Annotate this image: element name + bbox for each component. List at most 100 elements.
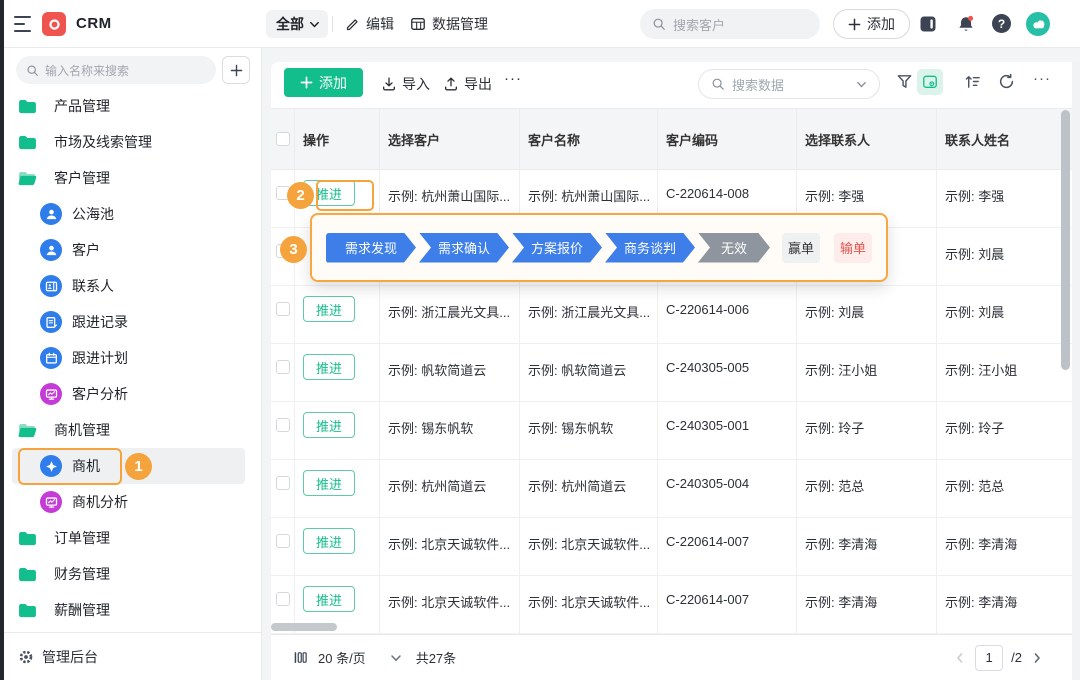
prev-page-icon[interactable] xyxy=(953,651,967,665)
advance-button[interactable]: 推进 xyxy=(303,470,355,496)
plus-icon xyxy=(300,76,313,89)
data-search-input[interactable]: 搜索数据 xyxy=(698,69,880,99)
row-checkbox[interactable] xyxy=(276,418,290,432)
app-title: CRM xyxy=(76,15,112,32)
import-icon xyxy=(381,76,397,92)
workspace-panel-icon[interactable] xyxy=(918,14,938,34)
table-row[interactable]: 推进示例: 北京天诚软件...示例: 北京天诚软件...C-220614-007… xyxy=(271,518,1080,576)
edit-button[interactable]: 编辑 xyxy=(345,14,394,34)
column-header-customer[interactable]: 选择客户 xyxy=(380,109,520,169)
column-header-action[interactable]: 操作 xyxy=(295,109,380,169)
annotation-badge-2: 2 xyxy=(287,182,314,209)
search-icon xyxy=(711,77,725,91)
refresh-icon[interactable] xyxy=(998,73,1015,90)
more-options-button[interactable]: ··· xyxy=(1033,70,1051,87)
pipeline-stage[interactable]: 需求发现 xyxy=(326,233,416,263)
row-checkbox[interactable] xyxy=(276,534,290,548)
help-icon[interactable]: ? xyxy=(992,14,1011,33)
column-header-contact-name[interactable]: 联系人姓名 xyxy=(937,109,1080,169)
user-avatar[interactable] xyxy=(1026,12,1050,36)
sidebar-folder[interactable]: 产品管理 xyxy=(12,88,245,124)
chevron-down-icon[interactable] xyxy=(390,652,402,664)
column-header-name[interactable]: 客户名称 xyxy=(520,109,658,169)
customer-search-input[interactable]: 搜索客户 xyxy=(640,9,820,39)
data-management-button[interactable]: 数据管理 xyxy=(410,14,488,34)
sidebar-search-input[interactable]: 输入名称来搜索 xyxy=(16,56,216,84)
table-row[interactable]: 推进示例: 杭州简道云示例: 杭州简道云C-240305-004示例: 范总示例… xyxy=(271,460,1080,518)
row-checkbox[interactable] xyxy=(276,360,290,374)
cell-contact_name: 示例: 刘晨 xyxy=(937,228,1080,285)
sidebar-folder[interactable]: 薪酬管理 xyxy=(12,592,245,628)
table-grid-icon xyxy=(410,16,426,32)
sidebar-item[interactable]: 客户分析 xyxy=(12,376,245,412)
page-size-icon[interactable] xyxy=(293,650,308,665)
gear-icon xyxy=(18,649,34,665)
cell-code: C-240305-001 xyxy=(658,402,797,459)
advance-button[interactable]: 推进 xyxy=(303,354,355,380)
column-header-code[interactable]: 客户编码 xyxy=(658,109,797,169)
table-row[interactable]: 推进示例: 浙江晨光文具...示例: 浙江晨光文具...C-220614-006… xyxy=(271,286,1080,344)
lose-deal-button[interactable]: 输单 xyxy=(834,233,872,263)
table-row[interactable]: 推进示例: 帆软简道云示例: 帆软简道云C-240305-005示例: 汪小姐示… xyxy=(271,344,1080,402)
advance-button[interactable]: 推进 xyxy=(303,528,355,554)
sidebar-item[interactable]: 客户 xyxy=(12,232,245,268)
more-actions-button[interactable]: ··· xyxy=(504,70,522,87)
row-checkbox[interactable] xyxy=(276,592,290,606)
sidebar-item[interactable]: 跟进计划 xyxy=(12,340,245,376)
page-size-label[interactable]: 20 条/页 xyxy=(318,648,366,667)
sidebar-folder[interactable]: 财务管理 xyxy=(12,556,245,592)
select-all-checkbox[interactable] xyxy=(276,132,290,146)
sidebar-item-label: 订单管理 xyxy=(54,528,110,548)
cell-contact: 示例: 李清海 xyxy=(797,576,937,633)
sort-icon[interactable] xyxy=(964,73,981,90)
sidebar-folder[interactable]: 市场及线索管理 xyxy=(12,124,245,160)
sidebar-folder[interactable]: 商机管理 xyxy=(12,412,245,448)
sidebar-folder[interactable]: 订单管理 xyxy=(12,520,245,556)
win-deal-button[interactable]: 赢单 xyxy=(782,233,820,263)
advance-button[interactable]: 推进 xyxy=(303,586,355,612)
sidebar-item[interactable]: 跟进记录 xyxy=(12,304,245,340)
pipeline-stage[interactable]: 无效 xyxy=(698,233,770,263)
row-checkbox[interactable] xyxy=(276,302,290,316)
divider xyxy=(332,16,333,32)
cell-contact_name: 示例: 玲子 xyxy=(937,402,1080,459)
page-number-input[interactable]: 1 xyxy=(975,645,1003,671)
add-record-button[interactable]: 添加 xyxy=(833,9,910,39)
vertical-scrollbar[interactable] xyxy=(1061,110,1070,370)
chevron-down-icon xyxy=(309,19,320,30)
filter-icon[interactable] xyxy=(896,73,913,90)
export-button[interactable]: 导出 xyxy=(443,74,492,94)
sidebar-item[interactable]: 商机分析 xyxy=(12,484,245,520)
advance-button[interactable]: 推进 xyxy=(303,412,355,438)
import-button[interactable]: 导入 xyxy=(381,74,430,94)
import-label: 导入 xyxy=(402,74,430,94)
app-logo-icon[interactable] xyxy=(42,12,66,36)
cell-contact_name: 示例: 汪小姐 xyxy=(937,344,1080,401)
sidebar-folder[interactable]: 客户管理 xyxy=(12,160,245,196)
column-header-contact[interactable]: 选择联系人 xyxy=(797,109,937,169)
cell-contact: 示例: 范总 xyxy=(797,460,937,517)
sidebar-item[interactable]: 公海池 xyxy=(12,196,245,232)
scope-dropdown[interactable]: 全部 xyxy=(266,10,328,38)
record-icon xyxy=(40,311,62,333)
folder-icon xyxy=(18,99,38,114)
next-page-icon[interactable] xyxy=(1030,651,1044,665)
new-app-button[interactable] xyxy=(222,56,250,84)
table-row[interactable]: 推进示例: 锡东帆软示例: 锡东帆软C-240305-001示例: 玲子示例: … xyxy=(271,402,1080,460)
table-row[interactable]: 推进示例: 北京天诚软件...示例: 北京天诚软件...C-220614-007… xyxy=(271,576,1080,634)
admin-console-button[interactable]: 管理后台 xyxy=(4,632,261,680)
sidebar-item[interactable]: 联系人 xyxy=(12,268,245,304)
pipeline-stage[interactable]: 商务谈判 xyxy=(605,233,695,263)
menu-icon[interactable] xyxy=(14,16,32,32)
notifications-bell-icon[interactable] xyxy=(956,14,976,34)
field-visibility-icon[interactable] xyxy=(917,69,943,95)
sidebar-item-label: 客户 xyxy=(72,240,100,260)
pipeline-stage[interactable]: 方案报价 xyxy=(512,233,602,263)
row-checkbox[interactable] xyxy=(276,476,290,490)
advance-button[interactable]: 推进 xyxy=(303,296,355,322)
cell-name: 示例: 杭州简道云 xyxy=(520,460,658,517)
add-row-button[interactable]: 添加 xyxy=(284,68,363,97)
pipeline-stage[interactable]: 需求确认 xyxy=(419,233,509,263)
horizontal-scrollbar[interactable] xyxy=(271,623,337,631)
cell-customer: 示例: 北京天诚软件... xyxy=(380,576,520,633)
